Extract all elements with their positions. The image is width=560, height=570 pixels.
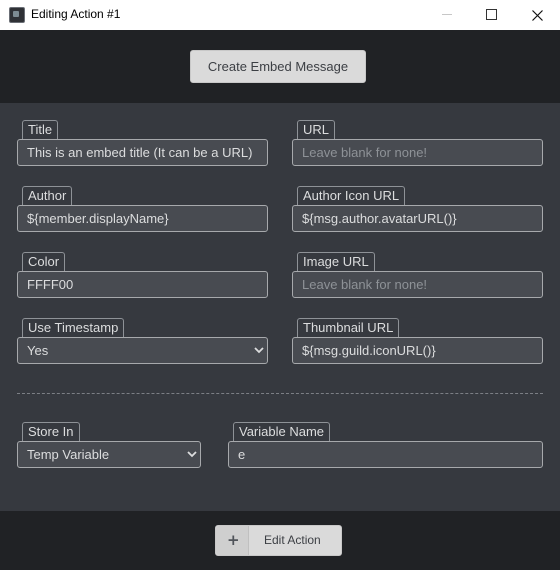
store-in-label: Store In xyxy=(22,422,80,441)
edit-action-button[interactable]: + Edit Action xyxy=(215,525,342,556)
variable-name-input[interactable]: e xyxy=(228,441,543,468)
use-timestamp-select[interactable]: Yes xyxy=(17,337,268,364)
variable-name-label: Variable Name xyxy=(233,422,331,441)
close-icon[interactable] xyxy=(515,0,559,30)
app-icon xyxy=(9,7,25,23)
title-input[interactable]: This is an embed title (It can be a URL) xyxy=(17,139,268,166)
author-icon-url-label: Author Icon URL xyxy=(297,186,406,205)
thumbnail-url-input[interactable]: ${msg.guild.iconURL()} xyxy=(292,337,543,364)
color-label: Color xyxy=(22,252,66,271)
image-url-input[interactable]: Leave blank for none! xyxy=(292,271,543,298)
author-icon-url-input[interactable]: ${msg.author.avatarURL()} xyxy=(292,205,543,232)
thumbnail-url-label: Thumbnail URL xyxy=(297,318,400,337)
chevron-down-icon xyxy=(187,451,197,458)
author-input[interactable]: ${member.displayName} xyxy=(17,205,268,232)
url-input[interactable]: Leave blank for none! xyxy=(292,139,543,166)
url-label: URL xyxy=(297,120,336,139)
use-timestamp-label: Use Timestamp xyxy=(22,318,125,337)
color-input[interactable]: FFFF00 xyxy=(17,271,268,298)
window-titlebar: Editing Action #1 xyxy=(0,0,560,30)
image-url-label: Image URL xyxy=(297,252,375,271)
title-label: Title xyxy=(22,120,59,139)
chevron-down-icon xyxy=(254,347,264,354)
window-title: Editing Action #1 xyxy=(31,7,121,21)
plus-box: + xyxy=(216,526,249,555)
plus-icon: + xyxy=(227,531,240,549)
use-timestamp-selected: Yes xyxy=(27,343,49,358)
maximize-icon[interactable] xyxy=(470,0,514,30)
create-embed-button[interactable]: Create Embed Message xyxy=(190,50,366,83)
store-in-selected: Temp Variable xyxy=(27,447,110,462)
author-label: Author xyxy=(22,186,73,205)
edit-action-label: Edit Action xyxy=(264,533,321,547)
section-divider xyxy=(17,393,543,394)
minimize-icon[interactable] xyxy=(425,0,469,30)
store-in-select[interactable]: Temp Variable xyxy=(17,441,201,468)
